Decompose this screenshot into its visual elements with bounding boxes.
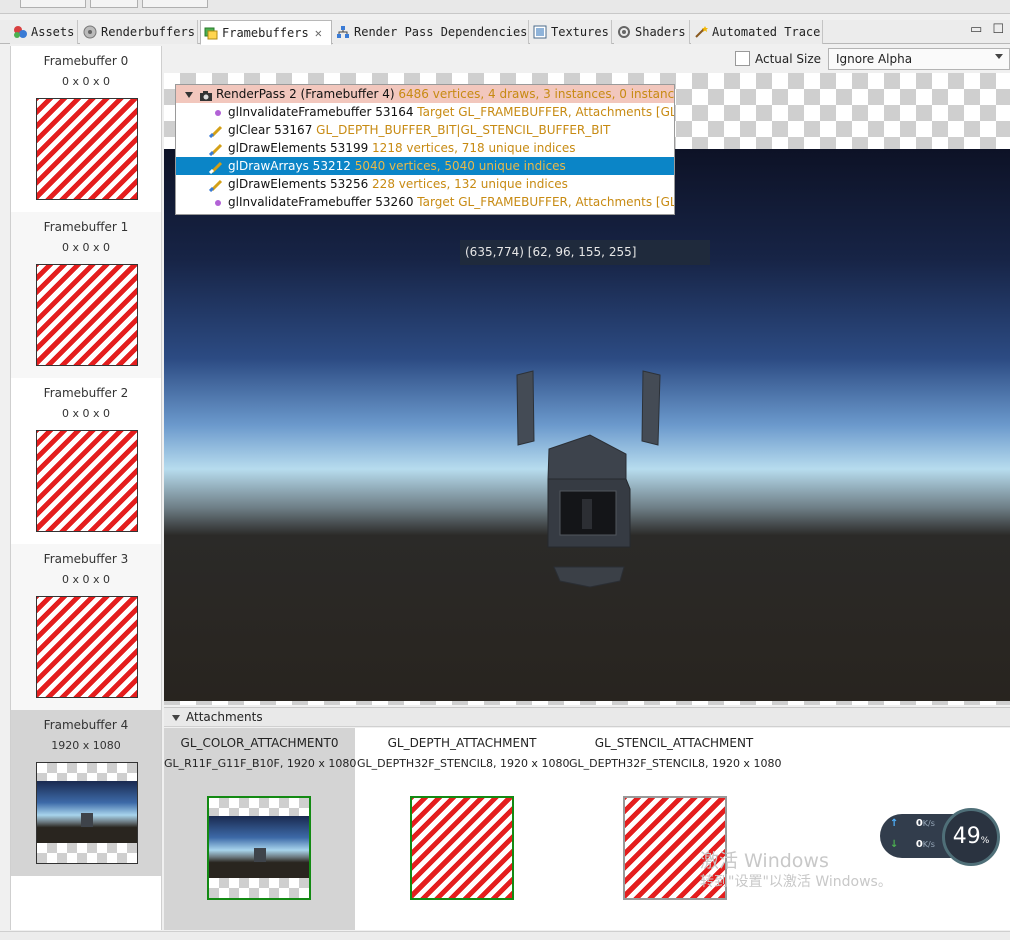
- brush-icon: [208, 142, 225, 156]
- attachment-item-selected[interactable]: GL_COLOR_ATTACHMENT0 GL_R11F_G11F_B10F, …: [164, 728, 356, 930]
- framebuffers-icon: [204, 26, 218, 40]
- attachment-thumbnail: [207, 796, 311, 900]
- empty-framebuffer-thumbnail: [36, 264, 138, 366]
- rendered-scene: [164, 149, 1010, 701]
- framebuffer-item[interactable]: Framebuffer 2 0 x 0 x 0: [11, 378, 161, 544]
- window-controls: ▭ ☐: [970, 22, 1004, 37]
- pixel-info-tooltip: (635,774) [62, 96, 155, 255]: [460, 240, 710, 265]
- wand-icon: [694, 25, 708, 39]
- viewer-toolbar: Actual Size Ignore Alpha: [164, 46, 1010, 72]
- framebuffer-item[interactable]: Framebuffer 0 0 x 0 x 0: [11, 46, 161, 212]
- minimize-icon[interactable]: ▭: [970, 22, 982, 37]
- tab-framebuffers[interactable]: Framebuffers ✕: [200, 20, 332, 45]
- scene-geometry: [516, 370, 661, 588]
- tab-textures[interactable]: Textures: [530, 20, 612, 44]
- download-speed: ↓ 0K/s: [890, 839, 935, 850]
- empty-attachment-thumbnail: [410, 796, 514, 900]
- framebuffer-thumbnail: [36, 762, 138, 864]
- expand-arrow-icon[interactable]: [185, 91, 193, 98]
- alpha-mode-select[interactable]: Ignore Alpha: [828, 48, 1010, 70]
- empty-framebuffer-thumbnail: [36, 98, 138, 200]
- toolbar-stub[interactable]: [90, 0, 138, 8]
- empty-framebuffer-thumbnail: [36, 596, 138, 698]
- assets-icon: [13, 25, 27, 39]
- brush-icon: [208, 124, 225, 138]
- close-icon[interactable]: ✕: [315, 26, 322, 40]
- tab-assets[interactable]: Assets: [10, 20, 78, 44]
- attachments-header[interactable]: Attachments: [164, 707, 1010, 727]
- network-speed-widget[interactable]: ↑ 0K/s ↓ 0K/s 49%: [880, 808, 1002, 866]
- render-pass-row[interactable]: RenderPass 2 (Framebuffer 4) 6486 vertic…: [176, 85, 674, 103]
- call-row[interactable]: glDrawElements 53256 228 vertices, 132 u…: [176, 175, 674, 193]
- toolbar-stub[interactable]: [20, 0, 86, 8]
- activation-watermark: 激活 Windows: [700, 850, 829, 872]
- call-row[interactable]: glInvalidateFramebuffer 53260 Target GL_…: [176, 193, 674, 211]
- call-row[interactable]: glClear 53167 GL_DEPTH_BUFFER_BIT|GL_STE…: [176, 121, 674, 139]
- render-pass-call-tree[interactable]: RenderPass 2 (Framebuffer 4) 6486 vertic…: [175, 84, 675, 215]
- dependencies-icon: [336, 25, 350, 39]
- invalidate-icon: [215, 109, 221, 116]
- camera-icon: [199, 89, 213, 101]
- shaders-icon: [617, 25, 631, 39]
- framebuffer-list: Framebuffer 0 0 x 0 x 0 Framebuffer 1 0 …: [10, 46, 162, 930]
- attachment-item[interactable]: GL_DEPTH_ATTACHMENT GL_DEPTH32F_STENCIL8…: [357, 728, 569, 930]
- actual-size-checkbox[interactable]: Actual Size: [735, 51, 821, 66]
- attachment-item[interactable]: GL_STENCIL_ATTACHMENT GL_DEPTH32F_STENCI…: [569, 728, 781, 930]
- call-row[interactable]: glInvalidateFramebuffer 53164 Target GL_…: [176, 103, 674, 121]
- framebuffer-item[interactable]: Framebuffer 3 0 x 0 x 0: [11, 544, 161, 710]
- brush-icon: [208, 178, 225, 192]
- usage-gauge: 49%: [942, 808, 1000, 866]
- checkbox[interactable]: [735, 51, 750, 66]
- call-row[interactable]: glDrawElements 53199 1218 vertices, 718 …: [176, 139, 674, 157]
- activation-watermark-hint: 转到"设置"以激活 Windows。: [700, 874, 892, 890]
- empty-framebuffer-thumbnail: [36, 430, 138, 532]
- collapse-arrow-icon[interactable]: [172, 714, 180, 721]
- down-arrow-icon: ↓: [890, 839, 899, 850]
- textures-icon: [533, 25, 547, 39]
- framebuffer-item-selected[interactable]: Framebuffer 4 1920 x 1080: [11, 710, 161, 876]
- invalidate-icon: [215, 199, 221, 206]
- tab-shaders[interactable]: Shaders: [614, 20, 690, 44]
- status-bar: [0, 931, 1010, 940]
- brush-icon: [208, 160, 225, 174]
- tab-automated-trace[interactable]: Automated Trace: [691, 20, 823, 44]
- renderbuffers-icon: [83, 25, 97, 39]
- framebuffer-item[interactable]: Framebuffer 1 0 x 0 x 0: [11, 212, 161, 378]
- call-row-selected[interactable]: glDrawArrays 53212 5040 vertices, 5040 u…: [176, 157, 674, 175]
- toolbar-stub[interactable]: [142, 0, 208, 8]
- chevron-down-icon: [995, 54, 1003, 59]
- up-arrow-icon: ↑: [890, 818, 899, 829]
- upload-speed: ↑ 0K/s: [890, 818, 935, 829]
- maximize-icon[interactable]: ☐: [992, 22, 1004, 37]
- tab-render-pass-dependencies[interactable]: Render Pass Dependencies: [333, 20, 529, 44]
- top-toolbar-strip: [0, 0, 1010, 14]
- tab-renderbuffers[interactable]: Renderbuffers: [80, 20, 198, 44]
- tab-bar: Assets Renderbuffers Framebuffers ✕ Rende…: [0, 20, 1010, 45]
